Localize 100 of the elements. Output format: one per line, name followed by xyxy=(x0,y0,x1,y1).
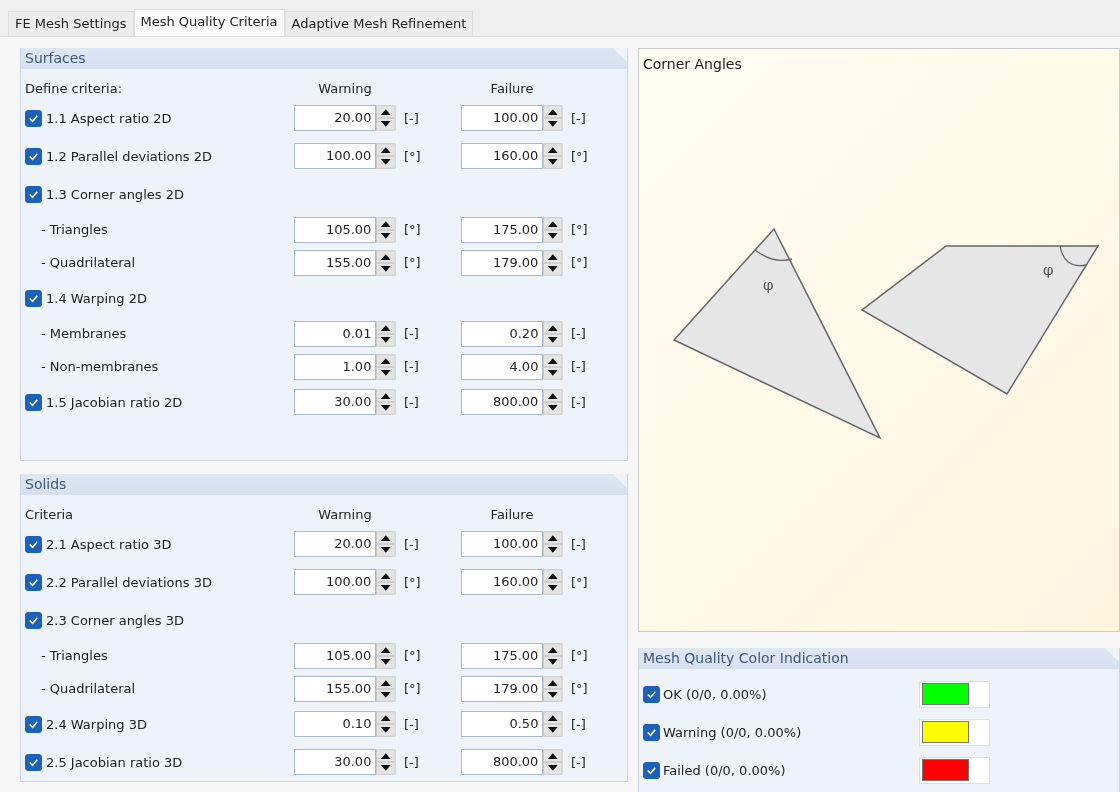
spinner-icon[interactable] xyxy=(543,216,563,243)
unit-label: [°] xyxy=(403,255,422,270)
number-field[interactable]: 105.00 xyxy=(294,642,377,669)
unit-label: [°] xyxy=(570,255,589,270)
spinner-icon[interactable] xyxy=(376,749,396,775)
spinner-icon[interactable] xyxy=(376,389,396,415)
spinner-icon[interactable] xyxy=(543,143,563,169)
criterion-label: - Non-membranes xyxy=(40,359,159,374)
checkbox[interactable] xyxy=(25,753,42,771)
column-header: Warning xyxy=(317,80,373,96)
spinner-icon[interactable] xyxy=(543,320,563,347)
spinner-icon[interactable] xyxy=(543,675,563,702)
criterion-label: 2.3 Corner angles 3D xyxy=(46,612,184,628)
criterion-label: - Quadrilateral xyxy=(40,681,136,696)
checkbox[interactable] xyxy=(25,393,42,411)
spinner-icon[interactable] xyxy=(376,711,396,737)
number-field[interactable]: 4.00 xyxy=(461,353,544,380)
status-label: Warning (0/0, 0.00%) xyxy=(662,724,803,740)
color-picker[interactable] xyxy=(919,756,990,784)
number-field[interactable]: 100.00 xyxy=(294,143,377,169)
spinner-icon[interactable] xyxy=(376,531,396,557)
spinner-icon[interactable] xyxy=(376,249,396,276)
spinner-icon[interactable] xyxy=(376,105,396,131)
checkbox[interactable] xyxy=(25,289,42,307)
spinner-icon[interactable] xyxy=(376,642,396,669)
criterion-label: - Triangles xyxy=(40,648,108,663)
number-field[interactable]: 30.00 xyxy=(294,749,377,775)
number-field[interactable]: 30.00 xyxy=(294,389,377,415)
tab[interactable]: Adaptive Mesh Refinement xyxy=(284,11,474,36)
spinner-icon[interactable] xyxy=(376,353,396,380)
number-field[interactable]: 100.00 xyxy=(461,531,544,557)
spinner-icon[interactable] xyxy=(543,353,563,380)
panel-title: Mesh Quality Color Indication xyxy=(643,650,849,666)
criterion-label: 2.5 Jacobian ratio 3D xyxy=(46,754,183,770)
spinner-icon[interactable] xyxy=(543,711,563,737)
checkbox[interactable] xyxy=(25,185,42,203)
checkbox[interactable] xyxy=(25,109,42,127)
number-field[interactable]: 179.00 xyxy=(461,675,544,702)
unit-label: [°] xyxy=(403,681,422,696)
unit-label: [°] xyxy=(403,648,422,663)
criterion-label: 2.1 Aspect ratio 3D xyxy=(46,536,172,552)
checkbox[interactable] xyxy=(643,723,660,741)
spinner-icon[interactable] xyxy=(376,143,396,169)
unit-label: [°] xyxy=(570,648,589,663)
spinner-icon[interactable] xyxy=(376,216,396,243)
number-field[interactable]: 20.00 xyxy=(294,531,377,557)
checkbox[interactable] xyxy=(25,611,42,629)
number-field[interactable]: 160.00 xyxy=(461,143,544,169)
number-field[interactable]: 179.00 xyxy=(461,249,544,276)
spinner-icon[interactable] xyxy=(543,749,563,775)
number-field[interactable]: 1.00 xyxy=(294,353,377,380)
checkbox[interactable] xyxy=(643,685,660,703)
criterion-label: 2.4 Warping 3D xyxy=(46,716,147,732)
column-header: Failure xyxy=(489,506,535,522)
color-picker[interactable] xyxy=(919,680,990,708)
tab[interactable]: FE Mesh Settings xyxy=(8,11,134,36)
number-field[interactable]: 155.00 xyxy=(294,249,377,276)
unit-label: [-] xyxy=(570,536,587,552)
status-label: Failed (0/0, 0.00%) xyxy=(662,762,787,778)
spinner-icon[interactable] xyxy=(543,249,563,276)
unit-label: [-] xyxy=(570,359,587,374)
number-field[interactable]: 175.00 xyxy=(461,216,544,243)
checkbox[interactable] xyxy=(643,761,660,779)
color-picker[interactable] xyxy=(919,718,990,746)
number-field[interactable]: 0.10 xyxy=(294,711,377,737)
criterion-label: - Quadrilateral xyxy=(40,255,136,270)
spinner-icon[interactable] xyxy=(376,320,396,347)
spinner-icon[interactable] xyxy=(543,389,563,415)
criterion-label: 1.4 Warping 2D xyxy=(46,290,147,306)
spinner-icon[interactable] xyxy=(376,569,396,595)
number-field[interactable]: 100.00 xyxy=(461,105,544,131)
number-field[interactable]: 175.00 xyxy=(461,642,544,669)
number-field[interactable]: 800.00 xyxy=(461,389,544,415)
column-header: Warning xyxy=(317,506,373,522)
spinner-icon[interactable] xyxy=(543,105,563,131)
number-field[interactable]: 0.01 xyxy=(294,320,377,347)
number-field[interactable]: 20.00 xyxy=(294,105,377,131)
spinner-icon[interactable] xyxy=(543,642,563,669)
checkbox[interactable] xyxy=(25,573,42,591)
unit-label: [°] xyxy=(570,574,589,590)
spinner-icon[interactable] xyxy=(543,531,563,557)
checkbox[interactable] xyxy=(25,147,42,165)
number-field[interactable]: 160.00 xyxy=(461,569,544,595)
checkbox[interactable] xyxy=(25,535,42,553)
angle-label: φ xyxy=(1043,261,1054,279)
tab[interactable]: Mesh Quality Criteria xyxy=(133,9,285,36)
spinner-icon[interactable] xyxy=(376,675,396,702)
number-field[interactable]: 800.00 xyxy=(461,749,544,775)
number-field[interactable]: 0.50 xyxy=(461,711,544,737)
unit-label: [°] xyxy=(570,148,589,164)
number-field[interactable]: 100.00 xyxy=(294,569,377,595)
criterion-label: 2.2 Parallel deviations 3D xyxy=(46,574,212,590)
column-label: Define criteria: xyxy=(25,80,124,96)
spinner-icon[interactable] xyxy=(543,569,563,595)
number-field[interactable]: 0.20 xyxy=(461,320,544,347)
unit-label: [°] xyxy=(403,222,422,237)
checkbox[interactable] xyxy=(25,715,42,733)
number-field[interactable]: 105.00 xyxy=(294,216,377,243)
number-field[interactable]: 155.00 xyxy=(294,675,377,702)
unit-label: [°] xyxy=(403,148,422,164)
